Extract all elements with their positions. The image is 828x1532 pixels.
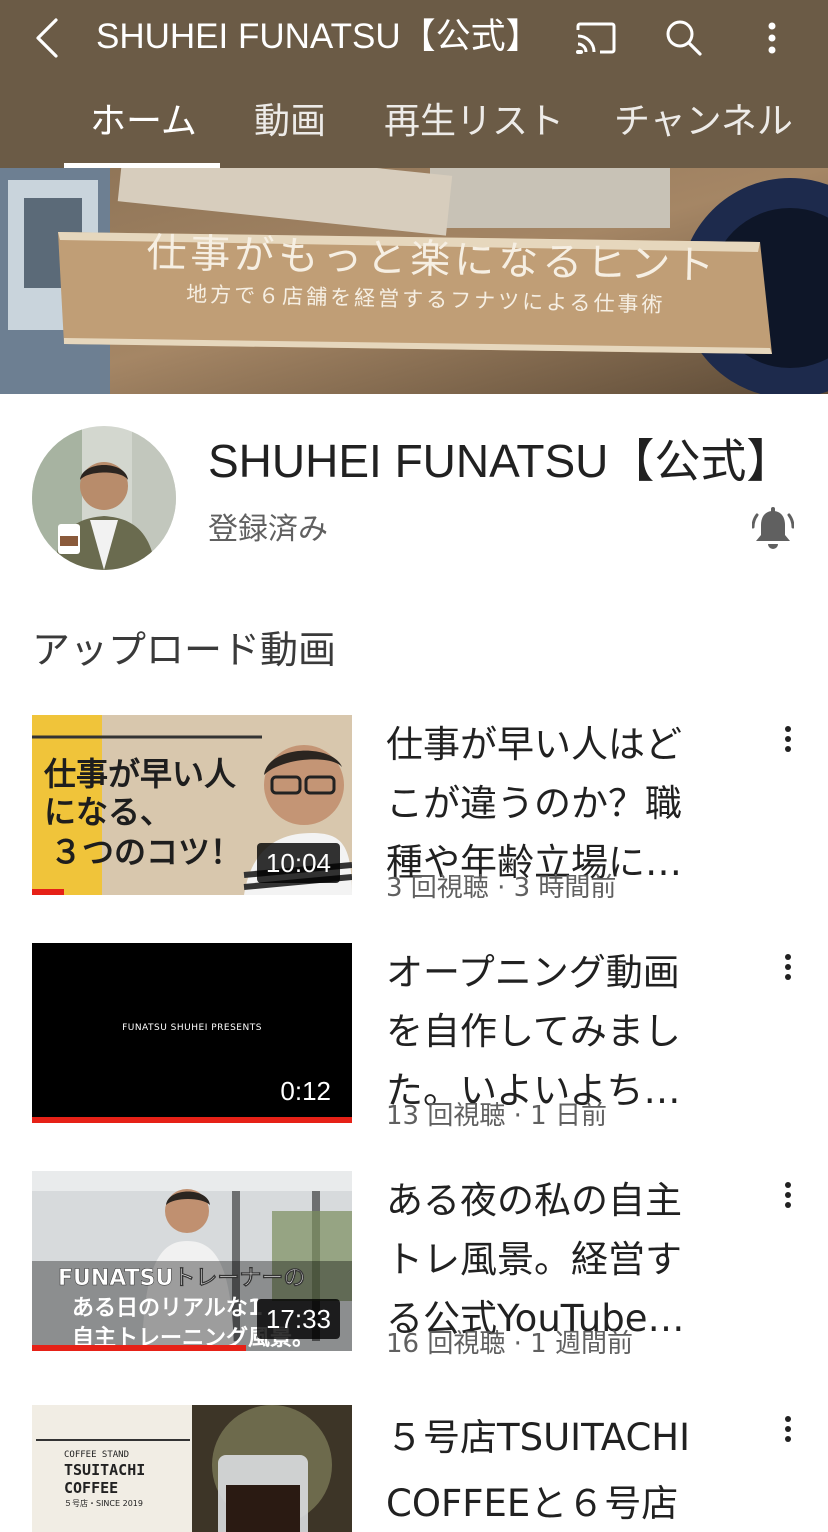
video-menu-button[interactable]	[768, 717, 808, 761]
video-thumbnail[interactable]: FUNATSU SHUHEI PRESENTS 0:12	[32, 943, 352, 1123]
video-title[interactable]: 仕事が早い人はどこが違うのか？職種や年齢立場に…	[386, 715, 716, 892]
back-button[interactable]	[22, 12, 74, 64]
video-title[interactable]: ５号店TSUITACHI COFFEEと６号店	[386, 1405, 716, 1532]
more-vert-icon	[785, 1182, 791, 1208]
watch-progress-bar	[32, 1117, 352, 1123]
thumbnail-text: COFFEE STAND	[64, 1450, 129, 1460]
thumbnail-text: FUNATSUトレーナーの	[58, 1266, 305, 1291]
video-item[interactable]: COFFEE STAND TSUITACHI COFFEE ５号店・SINCE …	[0, 1405, 828, 1532]
video-thumbnail[interactable]: 仕事が早い人 になる、 ３つのコツ！ 10:04	[32, 715, 352, 895]
banner-image: 仕事がもっと楽になるヒント 地方で６店舗を経営するフナツによる仕事術	[0, 168, 828, 394]
video-thumbnail[interactable]: FUNATSUトレーナーの ある日のリアルな1 自主トレーニング風景。 17:3…	[32, 1171, 352, 1351]
section-title-uploads[interactable]: アップロード動画	[32, 626, 336, 674]
video-duration: 10:04	[256, 843, 340, 883]
video-thumbnail[interactable]: COFFEE STAND TSUITACHI COFFEE ５号店・SINCE …	[32, 1405, 352, 1532]
video-meta: 13 回視聴 · 1 日前	[386, 1101, 607, 1131]
thumbnail-text: ある日のリアルな1	[72, 1296, 263, 1321]
back-arrow-icon	[36, 18, 58, 58]
video-duration: 17:33	[256, 1299, 340, 1339]
video-item[interactable]: FUNATSU SHUHEI PRESENTS 0:12 オープニング動画を自作…	[0, 943, 828, 1143]
channel-name: SHUHEI FUNATSU【公式】	[208, 435, 793, 487]
tab-videos[interactable]: 動画	[254, 100, 326, 144]
avatar-image	[32, 426, 176, 570]
channel-avatar[interactable]	[32, 426, 176, 570]
tab-home[interactable]: ホーム	[90, 100, 197, 144]
video-item[interactable]: 仕事が早い人 になる、 ３つのコツ！ 10:04 仕事が早い人はどこが違うのか？…	[0, 715, 828, 915]
bell-icon	[752, 507, 794, 549]
tab-playlists[interactable]: 再生リスト	[384, 100, 564, 144]
notification-bell-button[interactable]	[744, 500, 802, 558]
more-vert-icon	[785, 726, 791, 752]
video-menu-button[interactable]	[768, 945, 808, 989]
video-meta: 16 回視聴 · 1 週間前	[386, 1329, 633, 1359]
more-vert-icon	[785, 954, 791, 980]
watch-progress-bar	[32, 1345, 247, 1351]
video-title[interactable]: ある夜の私の自主トレ風景。経営する公式YouTube…	[386, 1171, 716, 1348]
app-title: SHUHEI FUNATSU【公式】	[96, 17, 541, 56]
top-app-bar: SHUHEI FUNATSU【公式】	[0, 0, 828, 80]
video-menu-button[interactable]	[768, 1173, 808, 1217]
svg-text:３つのコツ！: ３つのコツ！	[50, 833, 242, 871]
video-meta: 3 回視聴 · 3 時間前	[386, 873, 617, 903]
subscribed-button[interactable]: 登録済み	[208, 510, 328, 550]
thumbnail-text: COFFEE	[64, 1479, 118, 1497]
video-duration: 0:12	[280, 1076, 331, 1106]
svg-text:になる、: になる、	[44, 793, 172, 831]
search-icon	[666, 20, 702, 56]
cast-button[interactable]	[570, 12, 622, 64]
app-header: SHUHEI FUNATSU【公式】 ホーム 動画 再生リスト チャンネル	[0, 0, 828, 168]
search-button[interactable]	[658, 12, 710, 64]
channel-tabs: ホーム 動画 再生リスト チャンネル	[0, 80, 828, 168]
video-title[interactable]: オープニング動画を自作してみました。いよいよち…	[386, 943, 716, 1120]
thumbnail-image: COFFEE STAND TSUITACHI COFFEE ５号店・SINCE …	[32, 1405, 352, 1532]
thumbnail-text: ５号店・SINCE 2019	[64, 1498, 143, 1508]
thumbnail-text: FUNATSU SHUHEI PRESENTS	[122, 1023, 262, 1033]
cast-icon	[576, 22, 616, 54]
thumbnail-text: TSUITACHI	[64, 1461, 145, 1479]
tab-channels[interactable]: チャンネル	[614, 100, 793, 144]
video-menu-button[interactable]	[768, 1407, 808, 1451]
more-vert-icon	[768, 22, 776, 54]
video-item[interactable]: FUNATSUトレーナーの ある日のリアルな1 自主トレーニング風景。 17:3…	[0, 1171, 828, 1371]
watch-progress-bar	[32, 889, 64, 895]
svg-text:仕事が早い人: 仕事が早い人	[44, 755, 236, 793]
channel-banner: 仕事がもっと楽になるヒント 地方で６店舗を経営するフナツによる仕事術	[0, 168, 828, 394]
more-options-button[interactable]	[746, 12, 798, 64]
more-vert-icon	[785, 1416, 791, 1442]
